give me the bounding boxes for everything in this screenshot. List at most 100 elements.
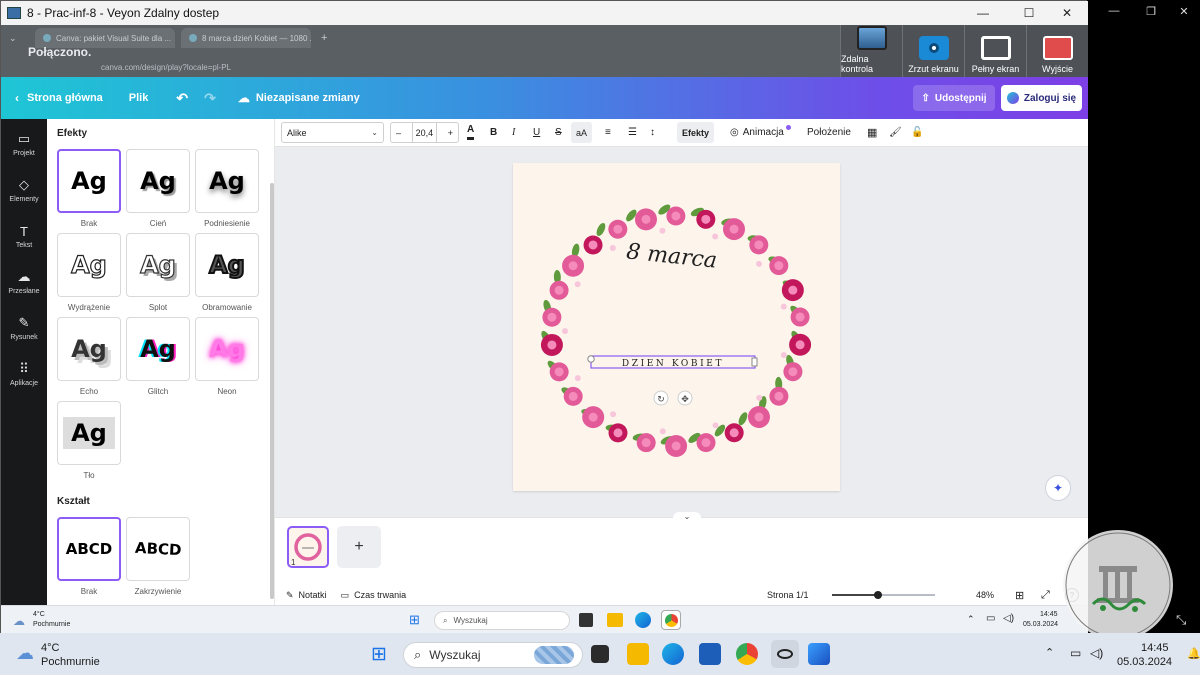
- collapse-chevron-icon[interactable]: ⌄: [673, 512, 701, 522]
- network-icon[interactable]: ▭: [1070, 646, 1081, 660]
- effect-splot[interactable]: Ag Splot: [126, 233, 190, 315]
- page-thumbnail[interactable]: 1: [287, 526, 329, 568]
- home-button[interactable]: ‹ Strona główna: [15, 91, 103, 105]
- font-selector[interactable]: Alike ⌄: [281, 122, 384, 143]
- rail-item-rysunek[interactable]: ✎ Rysunek: [1, 305, 47, 351]
- effect-obramowanie[interactable]: Ag Obramowanie: [195, 233, 259, 315]
- animation-button[interactable]: ◎ Animacja: [730, 122, 791, 143]
- minimize-button[interactable]: —: [962, 1, 1004, 25]
- grid-view-icon[interactable]: ⊞: [1015, 589, 1024, 602]
- rotate-handle[interactable]: ↻: [653, 390, 669, 406]
- align-center-icon[interactable]: ≡: [605, 122, 611, 143]
- zoom-value[interactable]: 48%: [976, 590, 994, 600]
- title-text[interactable]: 8 marca: [625, 239, 718, 273]
- browser-tab-active[interactable]: 8 marca dzień Kobiet — 1080 ...: [181, 28, 311, 48]
- undo-icon[interactable]: ↶: [176, 90, 188, 107]
- tray-chevron-icon[interactable]: ⌃: [1045, 646, 1054, 659]
- italic-icon[interactable]: I: [512, 122, 515, 143]
- share-button[interactable]: ⇧ Udostępnij: [913, 85, 995, 111]
- effect-glitch[interactable]: Ag Glitch: [126, 317, 190, 399]
- rail-item-elementy[interactable]: ◇ Elementy: [1, 167, 47, 213]
- decrease-size-button[interactable]: –: [396, 128, 401, 138]
- rail-item-aplikacje[interactable]: ⠿ Aplikacje: [1, 351, 47, 397]
- zoom-slider-knob[interactable]: [874, 591, 883, 599]
- effect-echo[interactable]: Ag Echo: [57, 317, 121, 399]
- font-size-stepper[interactable]: – 20,4 +: [390, 122, 459, 143]
- redo-icon[interactable]: ↷: [204, 90, 216, 107]
- move-handle[interactable]: ✥: [677, 390, 693, 406]
- add-page-button[interactable]: +: [337, 526, 381, 568]
- zoom-slider[interactable]: [832, 591, 935, 599]
- file-explorer-icon[interactable]: [627, 643, 649, 665]
- lock-icon[interactable]: 🔓: [911, 122, 923, 143]
- windows-start-icon[interactable]: ⊞: [409, 612, 420, 628]
- font-size-value[interactable]: 20,4: [411, 123, 438, 142]
- chrome-icon[interactable]: [661, 610, 681, 630]
- edge-icon[interactable]: [635, 612, 651, 628]
- effect-neon[interactable]: Ag Neon: [195, 317, 259, 399]
- text-color-icon[interactable]: A: [467, 122, 475, 140]
- resize-handle[interactable]: [587, 355, 595, 363]
- resize-handle[interactable]: [751, 357, 758, 367]
- case-icon[interactable]: aA: [571, 122, 593, 143]
- local-search-box[interactable]: ⌕ Wyszukaj: [403, 642, 583, 668]
- shape-zakrzywienie[interactable]: ABCD Zakrzywienie: [126, 517, 190, 599]
- outer-minimize-button[interactable]: —: [1100, 2, 1128, 20]
- effects-button[interactable]: Efekty: [677, 122, 715, 143]
- unsaved-changes[interactable]: ☁ Niezapisane zmiany: [238, 91, 360, 105]
- remote-search-box[interactable]: ⌕ Wyszukaj: [434, 611, 570, 630]
- volume-icon[interactable]: ◁): [1090, 646, 1103, 660]
- paint-format-icon[interactable]: 🖌: [889, 122, 902, 143]
- effect-podniesienie[interactable]: Ag Podniesienie: [195, 149, 259, 231]
- veyon-icon[interactable]: [771, 640, 799, 668]
- store-icon[interactable]: [699, 643, 721, 665]
- tab-menu-icon[interactable]: ⌄: [9, 33, 29, 44]
- task-view-icon[interactable]: [579, 613, 593, 627]
- increase-size-button[interactable]: +: [448, 128, 453, 138]
- rail-item-przeslane[interactable]: ☁ Przesłane: [1, 259, 47, 305]
- file-explorer-icon[interactable]: [607, 613, 623, 627]
- effect-cien[interactable]: Ag Cień: [126, 149, 190, 231]
- edge-icon[interactable]: [662, 643, 684, 665]
- remote-control-button[interactable]: Zdalna kontrola: [840, 25, 902, 77]
- screenshot-button[interactable]: Zrzut ekranu: [902, 25, 964, 77]
- notification-bell-icon[interactable]: 🔔: [1187, 647, 1200, 660]
- close-button[interactable]: ✕: [1046, 1, 1088, 25]
- file-menu[interactable]: Plik: [129, 92, 149, 104]
- underline-icon[interactable]: U: [533, 122, 540, 143]
- effect-tlo[interactable]: Ag Tło: [57, 401, 121, 483]
- outer-restore-button[interactable]: ❐: [1137, 2, 1165, 20]
- volume-icon[interactable]: ◁): [1003, 613, 1014, 624]
- tray-chevron-icon[interactable]: ⌃: [967, 614, 975, 625]
- task-view-icon[interactable]: [591, 645, 609, 663]
- strikethrough-icon[interactable]: S: [555, 122, 562, 143]
- resize-corner-icon[interactable]: ⤡: [1176, 612, 1186, 628]
- magic-assistant-button[interactable]: ✦: [1045, 475, 1071, 501]
- duration-button[interactable]: ▭ Czas trwania: [341, 590, 407, 601]
- windows-start-icon[interactable]: ⊞: [371, 643, 387, 666]
- chrome-icon[interactable]: [736, 643, 758, 665]
- effect-wydrazenie[interactable]: Ag Wydrążenie: [57, 233, 121, 315]
- exit-button[interactable]: Wyjście: [1026, 25, 1088, 77]
- login-button[interactable]: Zaloguj się: [1001, 85, 1082, 111]
- list-icon[interactable]: ☰: [628, 122, 637, 143]
- paint-icon[interactable]: [808, 643, 830, 665]
- spacing-icon[interactable]: ↕: [650, 122, 655, 143]
- network-icon[interactable]: ▭: [986, 613, 995, 624]
- maximize-button[interactable]: ☐: [1008, 1, 1050, 25]
- rail-item-tekst[interactable]: T Tekst: [1, 213, 47, 259]
- panel-scrollbar[interactable]: [270, 183, 274, 599]
- new-tab-icon[interactable]: +: [321, 32, 327, 44]
- effect-brak[interactable]: Ag Brak: [57, 149, 121, 231]
- fullscreen-button[interactable]: Pełny ekran: [964, 25, 1026, 77]
- shape-brak[interactable]: ABCD Brak: [57, 517, 121, 599]
- fullscreen-expand-icon[interactable]: ⤢: [1041, 589, 1050, 602]
- design-canvas[interactable]: 8 marca DZIEN KOBIET ↻ ✥: [513, 163, 840, 491]
- position-button[interactable]: Położenie: [807, 122, 851, 143]
- transparency-icon[interactable]: ▦: [867, 122, 877, 143]
- outer-close-button[interactable]: ✕: [1170, 2, 1198, 20]
- notes-button[interactable]: ✎ Notatki: [286, 590, 327, 601]
- rail-item-projekt[interactable]: ▭ Projekt: [1, 121, 47, 167]
- page-indicator[interactable]: Strona 1/1: [767, 590, 809, 600]
- subtitle-text[interactable]: DZIEN KOBIET: [622, 359, 724, 369]
